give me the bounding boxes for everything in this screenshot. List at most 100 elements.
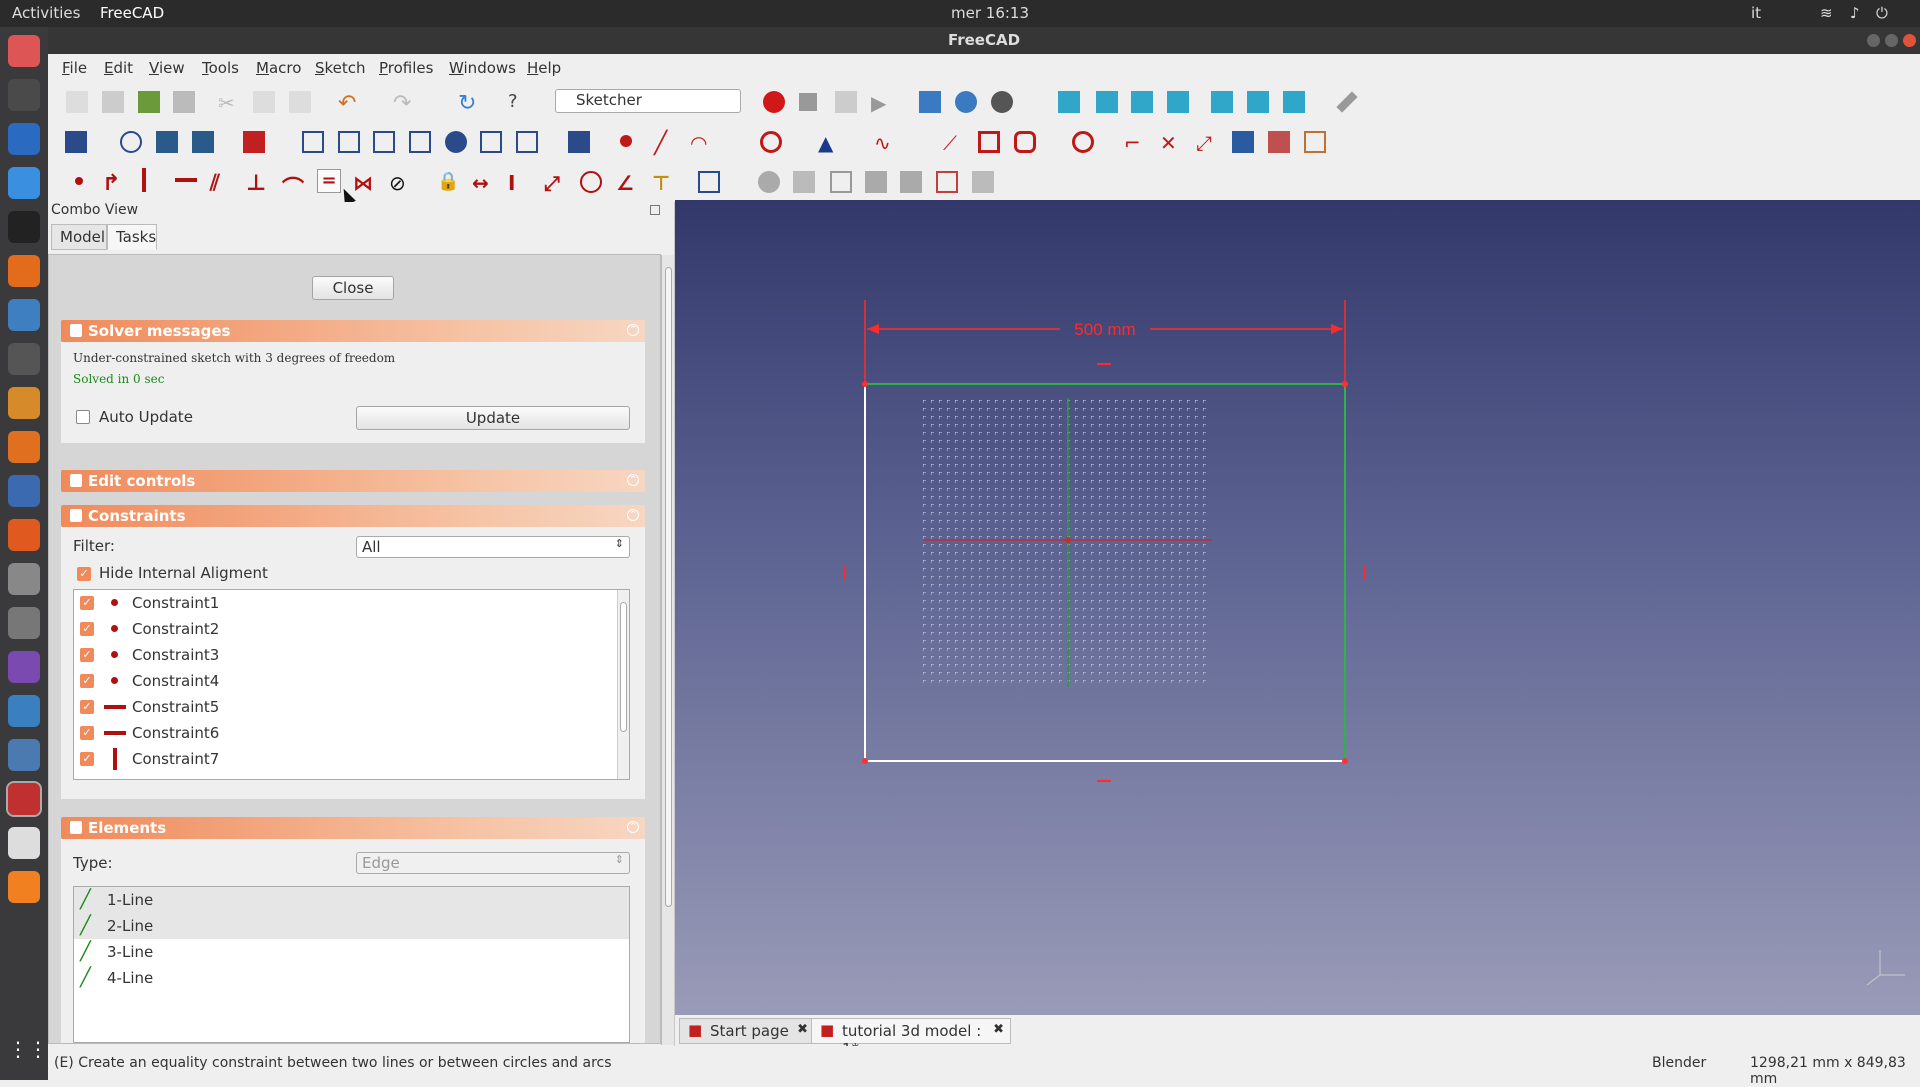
vertex-point[interactable] (1342, 758, 1348, 764)
record-macro-icon[interactable] (763, 91, 785, 113)
list-item[interactable]: ✓ Constraint4 (74, 668, 614, 694)
constrain-tangent-icon[interactable]: ⌒ (282, 171, 304, 202)
menu-view[interactable]: View (149, 59, 185, 77)
constraint-checkbox[interactable]: ✓ (80, 726, 94, 740)
constrain-perpendicular-icon[interactable]: ⊥ (246, 171, 268, 196)
tab-start-page[interactable]: ■ Start page ✖ (679, 1018, 815, 1044)
draw-style-icon[interactable] (991, 91, 1013, 113)
clock[interactable]: mer 16:13 (951, 4, 1029, 22)
language-indicator[interactable]: it (1751, 4, 1761, 22)
list-item[interactable]: ✓ Constraint6 (74, 720, 614, 746)
grid-icon[interactable] (156, 131, 178, 153)
task-scrollbar-thumb[interactable] (665, 267, 672, 907)
isometric-view-icon[interactable] (1058, 91, 1080, 113)
app-menu[interactable]: FreeCAD (100, 4, 164, 22)
select-constraints-icon[interactable] (302, 131, 324, 153)
paste-icon[interactable] (289, 91, 311, 113)
freecad-icon[interactable] (6, 781, 42, 817)
menu-file[interactable]: File (62, 59, 87, 77)
menu-macro[interactable]: Macro (256, 59, 301, 77)
edit-controls-header[interactable]: Edit controls ⌃ (61, 470, 645, 492)
trim-icon[interactable]: ✕ (1160, 131, 1182, 155)
constrain-coincident-icon[interactable] (75, 177, 83, 185)
constrain-distance-icon[interactable]: ⤢ (544, 171, 566, 195)
new-icon[interactable] (66, 91, 88, 113)
close-button[interactable]: Close (312, 276, 394, 300)
rectangle-icon[interactable] (978, 131, 1000, 153)
constrain-horizontal-distance-icon[interactable]: ↔ (472, 171, 494, 195)
blender-icon[interactable] (8, 431, 40, 463)
list-item[interactable]: ✓ Constraint1 (74, 590, 614, 616)
collapse-icon[interactable]: ⌃ (627, 821, 639, 833)
menu-help[interactable]: Help (527, 59, 561, 77)
dimension-label[interactable]: 500 mm (1074, 320, 1135, 339)
vlc-icon[interactable] (8, 871, 40, 903)
export-icon[interactable] (900, 171, 922, 193)
construction-mode-icon[interactable] (1304, 131, 1326, 153)
files-icon[interactable] (8, 35, 40, 67)
top-view-icon[interactable] (1131, 91, 1153, 113)
polyline-icon[interactable]: ⟋ (943, 131, 965, 155)
inkscape-icon[interactable] (8, 79, 40, 111)
constrain-vertical-icon[interactable] (142, 168, 146, 192)
shape-icon[interactable] (972, 171, 994, 193)
polygon-icon[interactable] (1014, 131, 1036, 153)
3d-viewport[interactable]: 500 mm (675, 200, 1920, 1015)
task-scrollbar[interactable] (661, 255, 674, 1045)
list-item[interactable]: ╱ 1-Line (74, 887, 629, 913)
close-window-button[interactable] (1903, 34, 1916, 47)
right-view-icon[interactable] (1167, 91, 1189, 113)
stop-macro-icon[interactable] (799, 93, 817, 111)
select-vertical-axis-icon[interactable] (373, 131, 395, 153)
power-icon[interactable]: ⏻ (1876, 4, 1888, 22)
constrain-snell-icon[interactable]: ⊤ (652, 171, 674, 195)
cut-icon[interactable]: ✂ (218, 91, 240, 115)
type-select[interactable]: Edge ⇕ (356, 852, 630, 874)
rendering-order-icon[interactable] (243, 131, 265, 153)
slot-icon[interactable] (1072, 131, 1094, 153)
list-item[interactable]: ✓ Constraint7 (74, 746, 614, 772)
close-tab-icon[interactable]: ✖ (797, 1022, 808, 1037)
part-icon[interactable] (758, 171, 780, 193)
collapse-icon[interactable]: ⌃ (627, 324, 639, 336)
tab-tutorial-model[interactable]: ■ tutorial 3d model : 1* ✖ (811, 1018, 1011, 1058)
measure-icon[interactable] (1336, 91, 1358, 113)
software-center-icon[interactable] (8, 519, 40, 551)
sketch-canvas[interactable]: 500 mm (675, 200, 1920, 1015)
sketch-view-icon[interactable] (65, 131, 87, 153)
extend-icon[interactable]: ⤢ (1196, 131, 1218, 155)
writer-icon[interactable] (8, 123, 40, 155)
virtualbox-icon[interactable] (8, 739, 40, 771)
notes-icon[interactable] (8, 827, 40, 859)
conic-icon[interactable]: ▲ (818, 131, 840, 155)
fit-all-icon[interactable] (919, 91, 941, 113)
constraint-checkbox[interactable]: ✓ (80, 674, 94, 688)
constrain-angle-icon[interactable]: ∠ (616, 171, 638, 195)
attach-icon[interactable] (936, 171, 958, 193)
constraint-checkbox[interactable]: ✓ (80, 752, 94, 766)
undo-icon[interactable]: ↶ (338, 91, 360, 116)
menu-edit[interactable]: Edit (104, 59, 133, 77)
list-item[interactable]: ╱ 4-Line (74, 965, 614, 991)
menu-tools[interactable]: Tools (202, 59, 239, 77)
left-view-icon[interactable] (1283, 91, 1305, 113)
menu-sketch[interactable]: Sketch (315, 59, 366, 77)
open-icon[interactable] (102, 91, 124, 113)
constraint-checkbox[interactable]: ✓ (80, 596, 94, 610)
constrain-horizontal-icon[interactable] (175, 178, 197, 182)
constrain-vertical-distance-icon[interactable]: I (508, 171, 530, 195)
firefox-icon[interactable] (8, 255, 40, 287)
constraint-checkbox[interactable]: ✓ (80, 622, 94, 636)
constraint-checkbox[interactable]: ✓ (80, 700, 94, 714)
external-geometry-icon[interactable] (1232, 131, 1254, 153)
carbon-copy-icon[interactable] (1268, 131, 1290, 153)
circle-icon[interactable] (760, 131, 782, 153)
constrain-symmetric-icon[interactable]: ⋈ (353, 171, 375, 195)
save-icon[interactable] (138, 91, 160, 113)
rectangular-array-icon[interactable] (568, 131, 590, 153)
workbench-selector[interactable]: Sketcher (555, 89, 741, 113)
menu-windows[interactable]: Windows (449, 59, 516, 77)
constraints-scrollbar-thumb[interactable] (620, 602, 627, 732)
redo-icon[interactable]: ↷ (393, 91, 415, 116)
toggle-driving-icon[interactable] (698, 171, 720, 193)
